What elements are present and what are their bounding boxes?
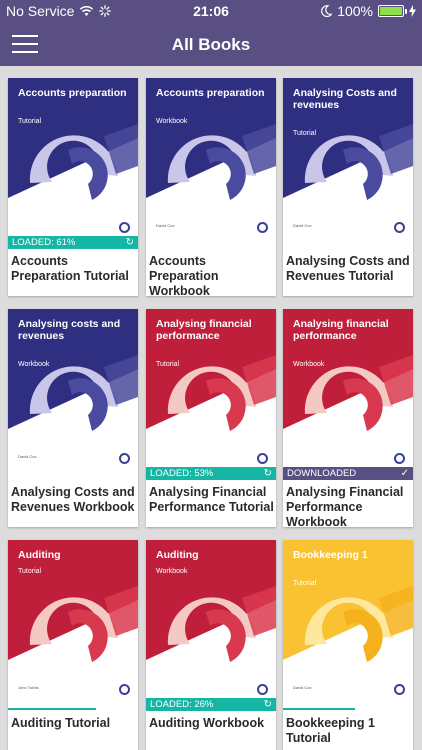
cover-author: David Cox [293,685,312,690]
publisher-logo-icon [119,453,130,464]
book-title: Accounts Preparation Workbook [149,254,219,298]
battery-icon [378,5,407,17]
book-cover: Accounts preparation Tutorial [8,78,138,248]
refresh-icon[interactable]: ↻ [264,467,272,480]
download-status-badge: DOWNLOADED ✓ [283,467,413,480]
publisher-logo-icon [119,684,130,695]
book-cover: Auditing Workbook [146,540,276,710]
book-cover: Analysing costs and revenues Workbook Davi… [8,309,138,479]
cover-subtitle: Workbook [293,361,325,368]
cover-subtitle: Tutorial [293,130,317,137]
do-not-disturb-moon-icon [321,5,333,17]
download-status-text: LOADED: 26% [150,699,214,710]
book-cover: Bookkeeping 1 Tutorial David Cox [283,540,413,710]
publisher-logo-icon [257,222,268,233]
checkmark-icon: ✓ [400,468,409,479]
book-card[interactable]: Auditing Tutorial John Tubbs Auditing Tutor… [8,540,138,750]
book-grid: Accounts preparation Tutorial LOADED: 61% ↻… [0,66,422,750]
charging-bolt-icon [409,5,416,17]
book-cover: Analysing Costs and revenues Tutorial Davi… [283,78,413,248]
cover-artwork [8,78,138,248]
battery-percent: 100% [337,3,373,19]
cover-title: Accounts preparation [18,87,127,99]
cover-subtitle: Tutorial [293,580,317,587]
cover-title: Auditing [18,549,61,561]
cover-author: David Cox [156,223,175,228]
cover-author: David Cox [18,454,37,459]
book-title: Auditing Workbook [149,716,265,730]
cover-subtitle: Tutorial [18,568,42,575]
book-cover: Accounts preparation Workbook David Cox [146,78,276,248]
book-title: Bookkeeping 1 Tutorial [286,716,375,745]
cover-title: Accounts preparation [156,87,265,99]
publisher-logo-icon [119,222,130,233]
book-title: Analysing Costs and Revenues Tutorial [286,254,410,283]
publisher-logo-icon [394,453,405,464]
book-card[interactable]: Analysing costs and revenues Workbook Davi… [8,309,138,527]
book-title: Auditing Tutorial [11,716,111,730]
publisher-logo-icon [394,684,405,695]
download-status-badge: LOADED: 61% ↻ [8,236,138,249]
cover-subtitle: Workbook [156,568,188,575]
cover-subtitle: Workbook [156,118,188,125]
refresh-icon[interactable]: ↻ [264,698,272,711]
download-status-badge: LOADED: 26% ↻ [146,698,276,711]
download-status-text: LOADED: 61% [12,237,76,248]
publisher-logo-icon [257,453,268,464]
cover-title: Bookkeeping 1 [293,549,368,561]
cover-subtitle: Workbook [18,361,50,368]
book-card[interactable]: Accounts preparation Workbook David Cox Acc… [146,78,276,298]
book-title: Accounts Preparation Tutorial [11,254,129,283]
book-cover: Auditing Tutorial John Tubbs [8,540,138,710]
cover-title: Analysing Costs and revenues [293,87,397,111]
download-progress-bar [8,708,138,710]
download-status-badge: LOADED: 53% ↻ [146,467,276,480]
download-status-text: LOADED: 53% [150,468,214,479]
download-status-text: DOWNLOADED [287,468,357,479]
status-bar: No Service 21:06 100% [0,0,422,22]
book-cover: Analysing financial performance Tutorial [146,309,276,479]
book-card[interactable]: Analysing Costs and revenues Tutorial Davi… [283,78,413,296]
cover-title: Analysing costs and revenues [18,318,121,342]
book-card[interactable]: Auditing Workbook LOADED: 26% ↻ Auditing Wor… [146,540,276,750]
cover-title: Analysing financial performance [156,318,252,342]
cover-author: John Tubbs [18,685,39,690]
refresh-icon[interactable]: ↻ [126,236,134,249]
book-card[interactable]: Accounts preparation Tutorial LOADED: 61% ↻… [8,78,138,296]
book-title: Analysing Costs and Revenues Workbook [11,485,135,514]
cover-title: Auditing [156,549,199,561]
book-card[interactable]: Analysing financial performance Workbook D… [283,309,413,529]
cover-author: David Cox [293,223,312,228]
cover-artwork [146,540,276,710]
page-title: All Books [171,35,251,54]
book-card[interactable]: Analysing financial performance Tutorial L… [146,309,276,527]
publisher-logo-icon [394,222,405,233]
publisher-logo-icon [257,684,268,695]
cover-subtitle: Tutorial [18,118,42,125]
book-title: Analysing Financial Performance Tutorial [149,485,274,514]
cover-subtitle: Tutorial [156,361,180,368]
download-progress-bar [283,708,413,710]
cover-title: Analysing financial performance [293,318,389,342]
book-title: Analysing Financial Performance Workbook [286,485,404,529]
book-card[interactable]: Bookkeeping 1 Tutorial David Cox Bookkeepin… [283,540,413,750]
book-cover: Analysing financial performance Workbook [283,309,413,479]
navigation-bar: All Books [0,22,422,66]
